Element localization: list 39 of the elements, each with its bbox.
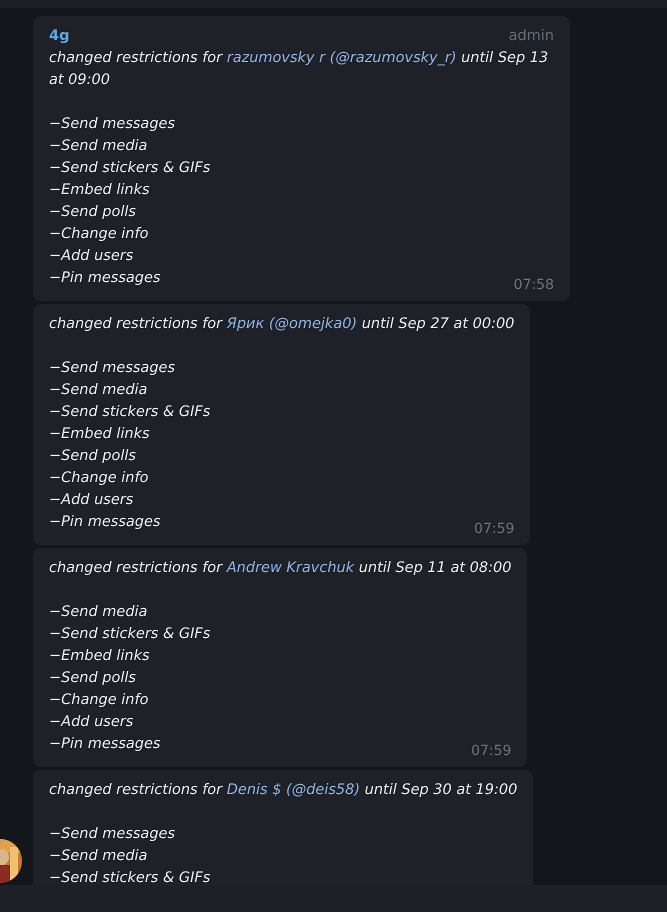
restriction-item: −Send stickers & GIFs — [49, 625, 210, 644]
restriction-item: −Send media — [49, 847, 148, 866]
restriction-item: −Send messages — [49, 359, 175, 378]
message-text: changed restrictions for razumovsky r (@razumovsky_r) until Sep 13 at 09:00 — [49, 49, 550, 90]
restriction-item: −Send polls — [49, 447, 136, 466]
restriction-item: −Send polls — [49, 203, 136, 222]
user-link[interactable]: razumovsky r (@razumovsky_r) — [226, 50, 456, 66]
user-link[interactable]: Denis $ (@deis58) — [226, 782, 360, 798]
message-time: 07:59 — [471, 742, 512, 761]
user-link[interactable]: Andrew Kravchuk — [226, 560, 354, 576]
restriction-item: −Pin messages — [49, 269, 160, 288]
restriction-item: −Send polls — [49, 669, 136, 688]
restriction-item: −Add users — [49, 247, 134, 266]
restriction-item: −Send media — [49, 137, 148, 156]
message-text: changed restrictions for Denis $ (@deis58) until Sep 30 at 19:00 — [49, 781, 518, 800]
restriction-item: −Send stickers & GIFs — [49, 869, 210, 885]
message-time: 07:58 — [514, 276, 554, 295]
restriction-item: −Pin messages — [49, 513, 160, 532]
restriction-item: −Embed links — [49, 647, 150, 666]
restriction-item: −Pin messages — [49, 735, 160, 754]
message-text: changed restrictions for Andrew Kravchuk until Sep 11 at 08:00 — [49, 559, 512, 578]
restriction-item: −Change info — [49, 225, 148, 244]
restriction-item: −Change info — [49, 469, 148, 488]
restriction-item: −Embed links — [49, 425, 150, 444]
role-label: admin — [508, 27, 554, 46]
restriction-item: −Add users — [49, 491, 134, 510]
restriction-item: −Send media — [49, 603, 148, 622]
restriction-item: −Change info — [49, 691, 148, 710]
restriction-item: −Send messages — [49, 825, 175, 844]
restriction-item: −Add users — [49, 713, 134, 732]
sender-name[interactable]: 4g — [49, 25, 70, 47]
restriction-item: −Send stickers & GIFs — [49, 159, 210, 178]
message-text: changed restrictions for Ярик (@omejka0) until Sep 27 at 00:00 — [49, 315, 514, 334]
restriction-item: −Send messages — [49, 115, 175, 134]
message-time: 07:59 — [474, 520, 514, 539]
restriction-item: −Send stickers & GIFs — [49, 403, 210, 422]
restriction-item: −Embed links — [49, 181, 150, 200]
restriction-item: −Send media — [49, 381, 148, 400]
user-link[interactable]: Ярик (@omejka0) — [226, 316, 358, 332]
